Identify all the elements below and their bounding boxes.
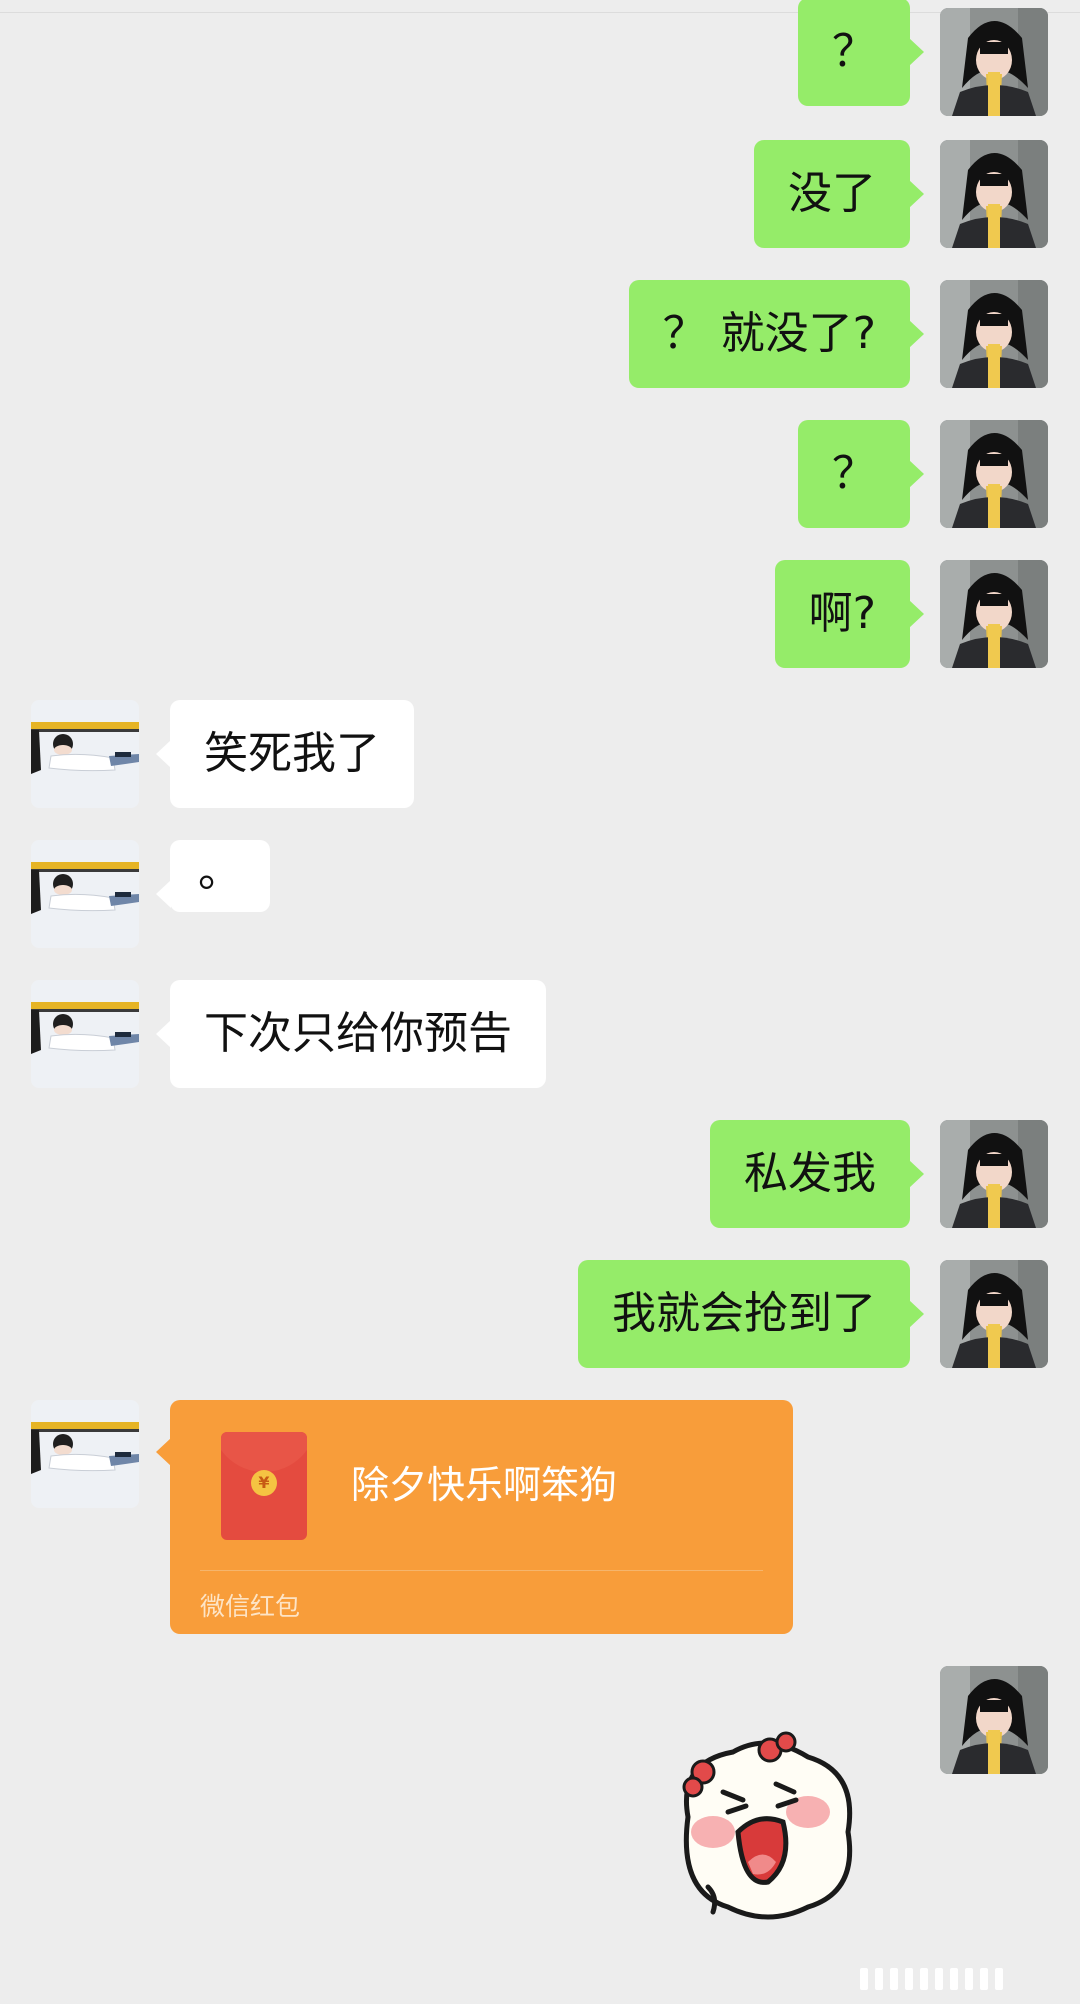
message-bubble-outgoing[interactable]: 啊? — [774, 560, 925, 668]
red-envelope-icon: ¥ — [221, 1432, 307, 1540]
contact-avatar[interactable] — [31, 1400, 139, 1508]
my-avatar[interactable] — [940, 1260, 1048, 1368]
contact-avatar[interactable] — [31, 700, 139, 808]
red-packet-title: 除夕快乐啊笨狗 — [351, 1463, 618, 1507]
my-avatar[interactable] — [940, 8, 1048, 116]
message-bubble-outgoing[interactable]: 我就会抢到了 — [578, 1260, 924, 1368]
home-indicator — [860, 1968, 1003, 1990]
message-bubble-incoming[interactable]: 笑死我了 — [156, 700, 414, 808]
contact-avatar[interactable] — [31, 980, 139, 1088]
my-avatar[interactable] — [940, 1666, 1048, 1774]
my-avatar[interactable] — [940, 1120, 1048, 1228]
coin-icon: ¥ — [251, 1470, 277, 1496]
message-bubble-outgoing[interactable]: 没了 — [754, 140, 924, 248]
top-divider — [0, 12, 1080, 13]
message-bubble-outgoing[interactable]: 私发我 — [710, 1120, 924, 1228]
message-bubble-incoming[interactable]: 下次只给你预告 — [156, 980, 546, 1088]
message-bubble-incoming[interactable]: 。 — [156, 840, 270, 912]
my-avatar[interactable] — [940, 280, 1048, 388]
my-avatar[interactable] — [940, 420, 1048, 528]
red-packet-card[interactable]: ¥ 除夕快乐啊笨狗 微信红包 — [156, 1400, 793, 1634]
my-avatar[interactable] — [940, 140, 1048, 248]
crying-bun-sticker-icon[interactable] — [658, 1722, 868, 1932]
message-bubble-outgoing[interactable]: ？ 就没了? — [628, 280, 925, 388]
message-bubble-outgoing[interactable]: ？ — [798, 420, 924, 528]
red-packet-divider — [200, 1570, 763, 1571]
red-packet-label: 微信红包 — [200, 1592, 301, 1621]
message-bubble-outgoing[interactable]: ？ — [798, 0, 924, 106]
my-avatar[interactable] — [940, 560, 1048, 668]
contact-avatar[interactable] — [31, 840, 139, 948]
